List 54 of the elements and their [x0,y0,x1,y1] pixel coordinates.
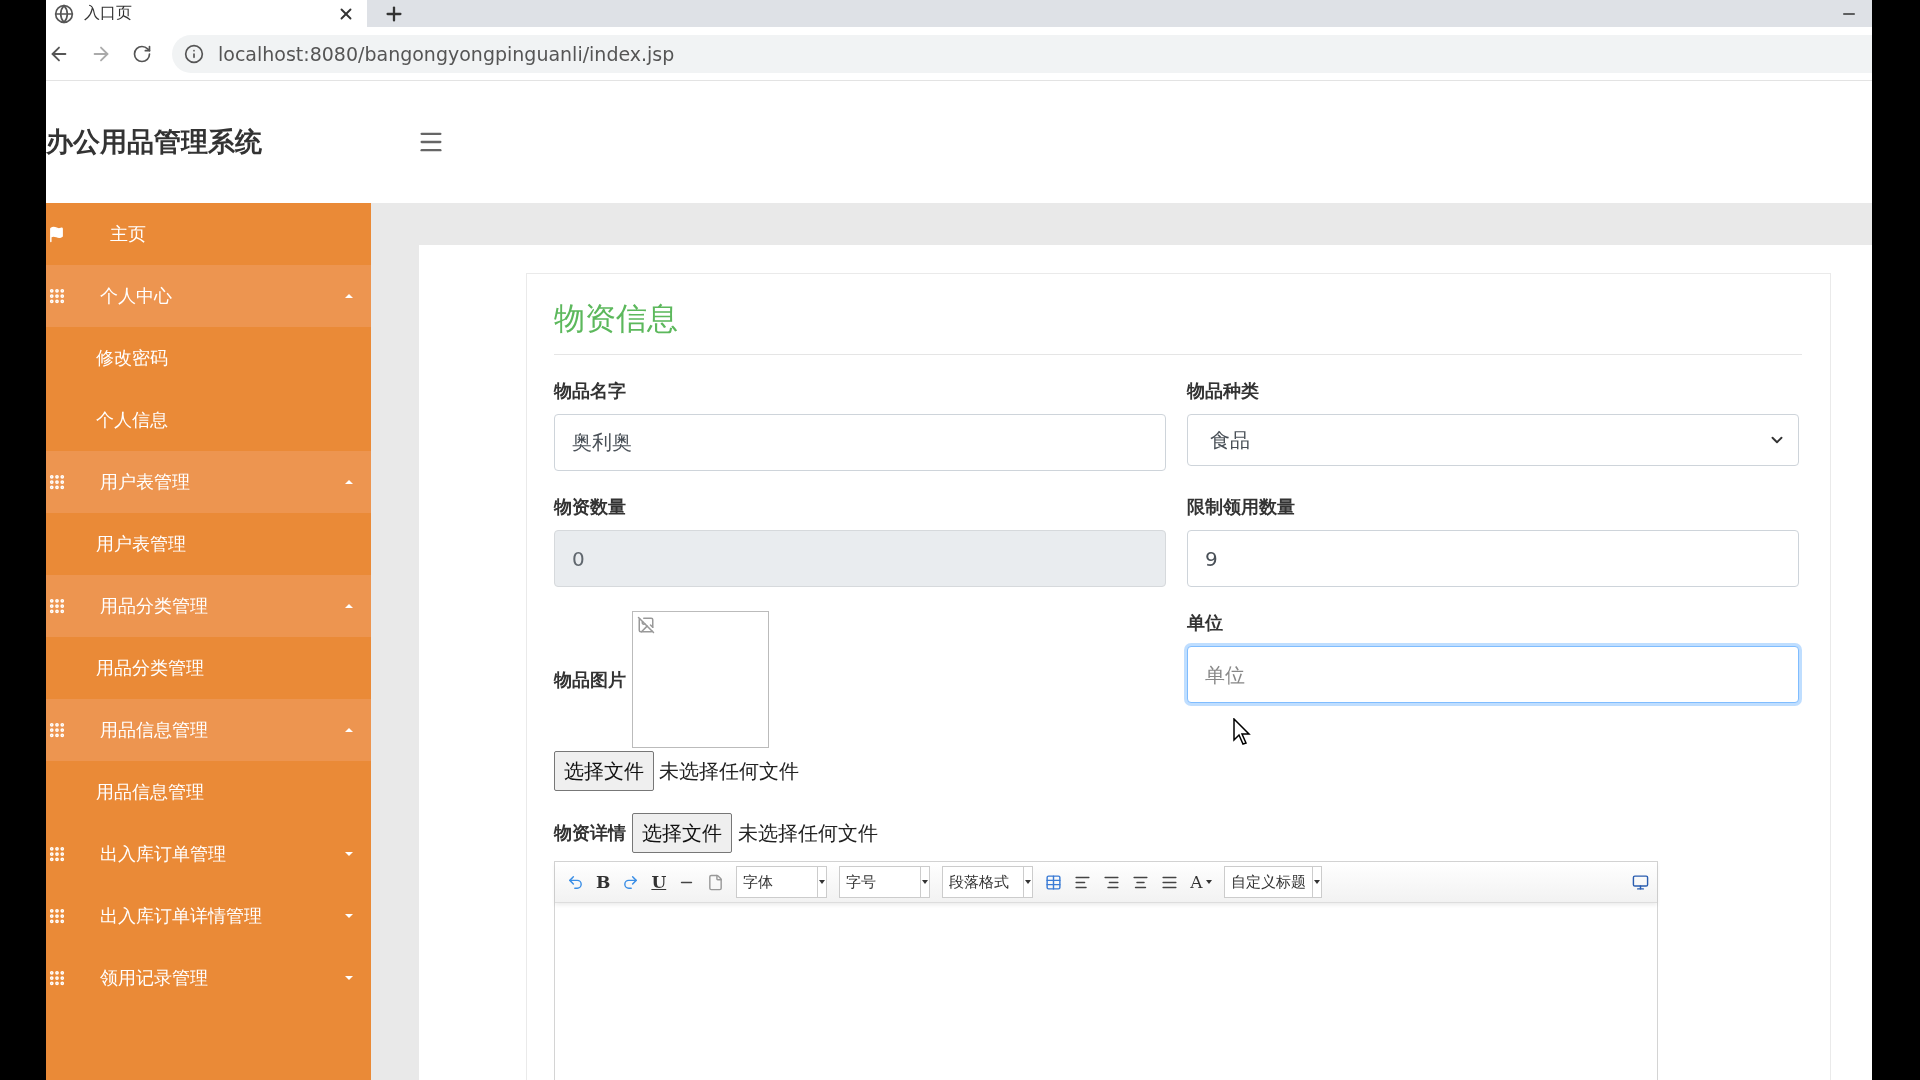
toolbar-dropdown[interactable]: 段落格式 [942,866,1034,898]
toolbar-dropdown[interactable]: 自定义标题 [1224,866,1323,898]
page-icon[interactable] [707,873,725,891]
caret-icon [345,852,353,856]
field-label: 限制领用数量 [1187,495,1296,519]
file-status: 未选择任何文件 [659,757,799,785]
select-field[interactable]: 食品 [1187,414,1799,466]
input-field[interactable]: 奥利奥 [554,414,1166,471]
underline-button[interactable]: U [651,872,667,892]
caret-icon [345,728,353,732]
table-icon[interactable] [1045,873,1063,891]
grid-icon [48,969,66,987]
caret-icon [345,294,353,298]
toolbar-dropdown[interactable]: 字号 [839,866,931,898]
reload-icon[interactable] [132,43,152,64]
choose-file-button[interactable]: 选择文件 [554,751,654,791]
caret-icon [345,914,353,918]
address-bar[interactable]: localhost:8080/bangongyongpinguanli/index.jsp [172,34,1872,73]
redo-icon[interactable] [622,873,640,891]
caret-icon [345,976,353,980]
url-text: localhost:8080/bangongyongpinguanli/index.jsp [218,42,675,65]
font-color-button[interactable]: A [1190,872,1213,892]
field-label: 物品名字 [554,379,627,403]
app-title: 办公用品管理系统 [46,125,263,159]
caret-icon [345,604,353,608]
field-label: 物品种类 [1187,379,1260,403]
field-label: 单位 [1187,611,1224,635]
grid-icon [48,287,66,305]
flag-icon [48,225,65,243]
field-label: 物资数量 [554,495,627,519]
field-label: 物品图片 [554,667,626,692]
mouse-cursor-icon [1233,718,1251,746]
choose-file-button[interactable]: 选择文件 [632,813,732,853]
grid-icon [48,473,66,491]
grid-icon [48,845,66,863]
grid-icon [48,597,66,615]
monitor-icon[interactable] [1632,873,1649,891]
input-field[interactable]: 单位 [1187,646,1799,703]
broken-image-icon [637,616,655,634]
bold-button[interactable]: B [596,872,611,892]
grid-icon [48,721,66,739]
globe-icon [54,3,74,24]
caret-icon [345,480,353,484]
undo-icon[interactable] [567,873,584,891]
file-status: 未选择任何文件 [738,819,878,847]
browser-tab[interactable]: 入口页 [46,0,367,27]
rich-text-editor[interactable]: B U 字体 字号 段落格式 A 自定义标题 [554,861,1658,1080]
grid-icon [48,907,66,925]
form-title: 物资信息 [554,298,1802,355]
field-label: 物资详情 [554,821,626,845]
info-icon [184,43,204,64]
tab-title: 入口页 [84,3,133,24]
toolbar-dropdown[interactable]: 字体 [736,866,828,898]
input-field[interactable]: 9 [1187,530,1799,587]
